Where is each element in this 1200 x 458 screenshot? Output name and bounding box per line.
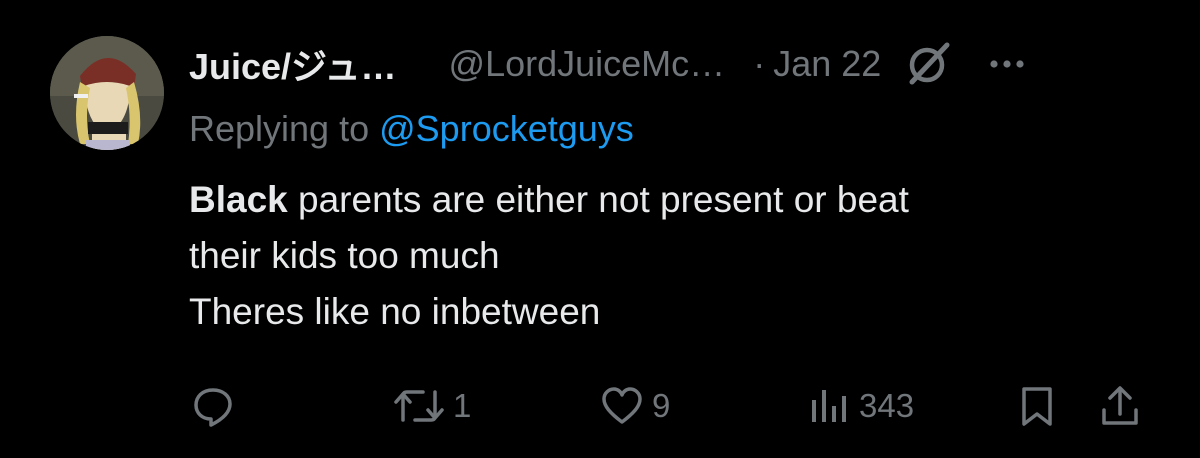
retweet-icon (394, 390, 444, 422)
bookmark-icon (1022, 387, 1052, 426)
avatar[interactable] (50, 36, 164, 150)
reply-icon (194, 388, 232, 427)
grok-icon[interactable] (903, 39, 953, 89)
separator-dot: · (753, 43, 766, 84)
reply-button[interactable] (191, 380, 243, 432)
avatar-image (50, 36, 164, 150)
tweet-line-1-rest: parents are either not present or beat (287, 179, 909, 220)
replying-prefix: Replying to (189, 108, 370, 149)
replying-mention[interactable]: @Sprocketguys (379, 108, 634, 149)
more-icon[interactable] (987, 44, 1027, 84)
like-button[interactable]: 9 (600, 380, 670, 432)
like-icon (602, 387, 642, 424)
tweet-date[interactable]: Jan 22 (773, 43, 881, 85)
retweet-count: 1 (453, 387, 472, 424)
views-button[interactable]: 343 (807, 380, 914, 432)
tweet-text: Black parents are either not present or … (189, 172, 1149, 340)
share-icon (1102, 386, 1138, 425)
user-handle[interactable]: @LordJuiceMc… (449, 43, 726, 85)
share-button[interactable] (1098, 380, 1142, 432)
like-count: 9 (652, 387, 671, 424)
display-name[interactable]: Juice/ジュ… (189, 38, 397, 90)
tweet-bold-word: Black (189, 179, 288, 220)
replying-to: Replying to @Sprocketguys (189, 108, 634, 150)
views-icon (812, 390, 846, 422)
tweet-line-2: their kids too much (189, 235, 500, 276)
bookmark-button[interactable] (1015, 380, 1059, 432)
tweet-header: Juice/ジュ… @LordJuiceMc… · Jan 22 (189, 38, 1149, 90)
tweet-line-1: Black parents are either not present or … (189, 172, 1149, 228)
tweet-line-3: Theres like no inbetween (189, 291, 601, 332)
views-count: 343 (859, 387, 915, 424)
retweet-button[interactable]: 1 (393, 380, 471, 432)
